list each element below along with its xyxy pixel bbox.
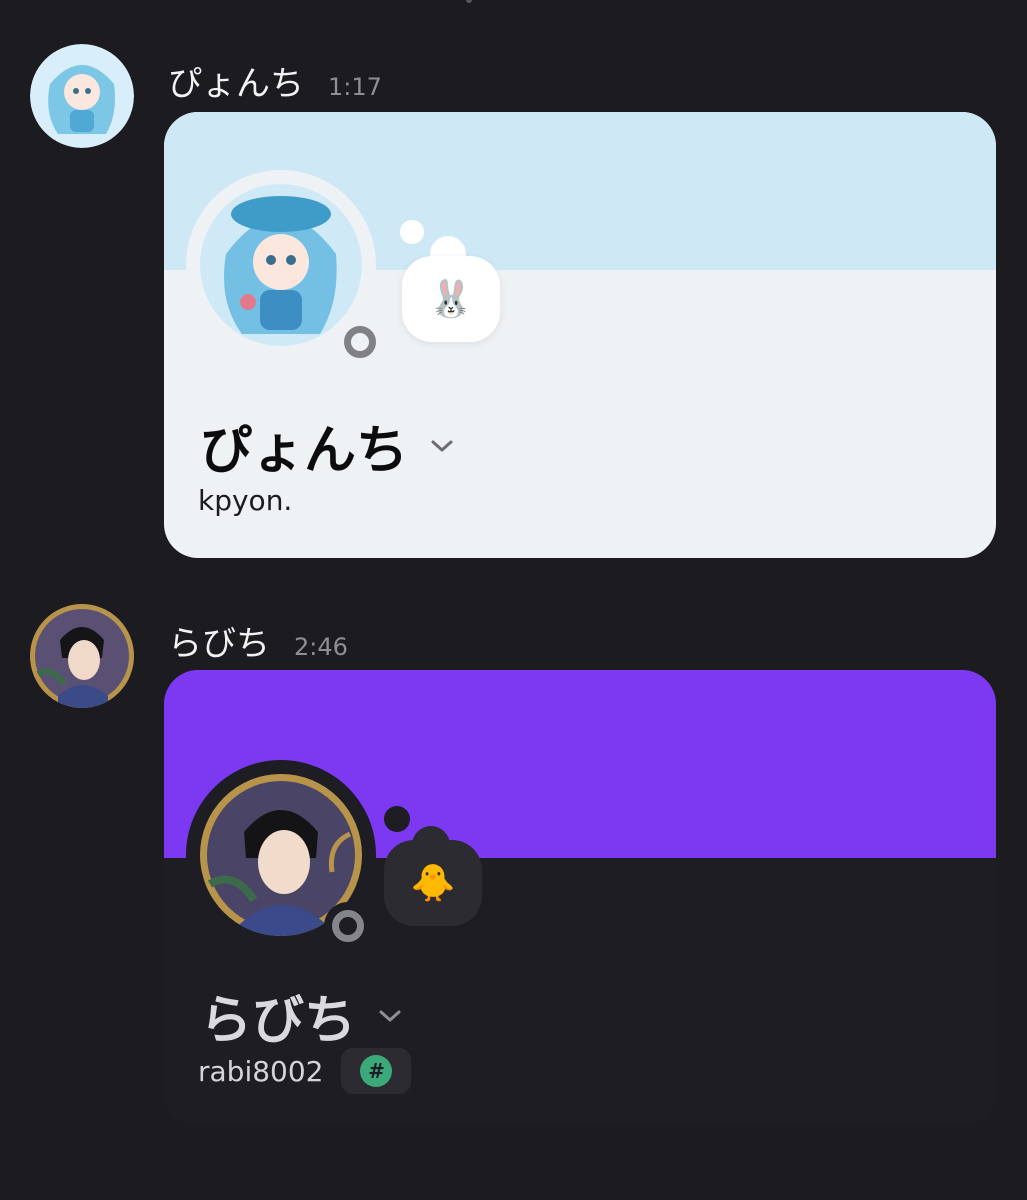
thought-bubble-dot [384, 806, 410, 832]
timestamp: 2:46 [294, 633, 348, 661]
profile-avatar[interactable] [200, 184, 362, 346]
timestamp: 1:17 [328, 73, 382, 101]
chevron-down-icon[interactable] [430, 438, 454, 454]
avatar[interactable] [30, 44, 134, 148]
rabbit-icon: 🐰 [428, 279, 474, 320]
profile-username-row: rabi8002 # [198, 1048, 412, 1094]
status-offline-icon [324, 902, 372, 950]
scroll-indicator [466, 0, 472, 3]
author-name[interactable]: ぴょんち [168, 56, 304, 105]
profile-username: kpyon. [198, 484, 293, 517]
avatar[interactable] [30, 604, 134, 708]
status-emoji-bubble[interactable]: 🐰 [402, 256, 500, 342]
profile-display-name[interactable]: ぴょんち [200, 408, 454, 483]
message-header: ぴょんち 1:17 [168, 56, 382, 105]
chick-icon: 🐥 [410, 863, 456, 904]
author-name[interactable]: らびち [168, 616, 270, 665]
profile-username: rabi8002 [198, 1054, 324, 1088]
status-offline-icon [336, 318, 384, 366]
status-emoji-bubble[interactable]: 🐥 [384, 840, 482, 926]
display-name-text: らびち [200, 991, 357, 1051]
chevron-down-icon[interactable] [378, 1008, 402, 1024]
hashtag-badge[interactable]: # [341, 1048, 412, 1094]
message-header: らびち 2:46 [168, 616, 348, 665]
hashtag-icon: # [360, 1055, 393, 1087]
thought-bubble-dot [400, 220, 424, 244]
profile-card[interactable]: 🐥 らびち rabi8002 # [164, 670, 996, 1126]
profile-display-name[interactable]: らびち [200, 978, 402, 1053]
profile-card[interactable]: 🐰 ぴょんち kpyon. [164, 112, 996, 558]
display-name-text: ぴょんち [200, 421, 409, 481]
